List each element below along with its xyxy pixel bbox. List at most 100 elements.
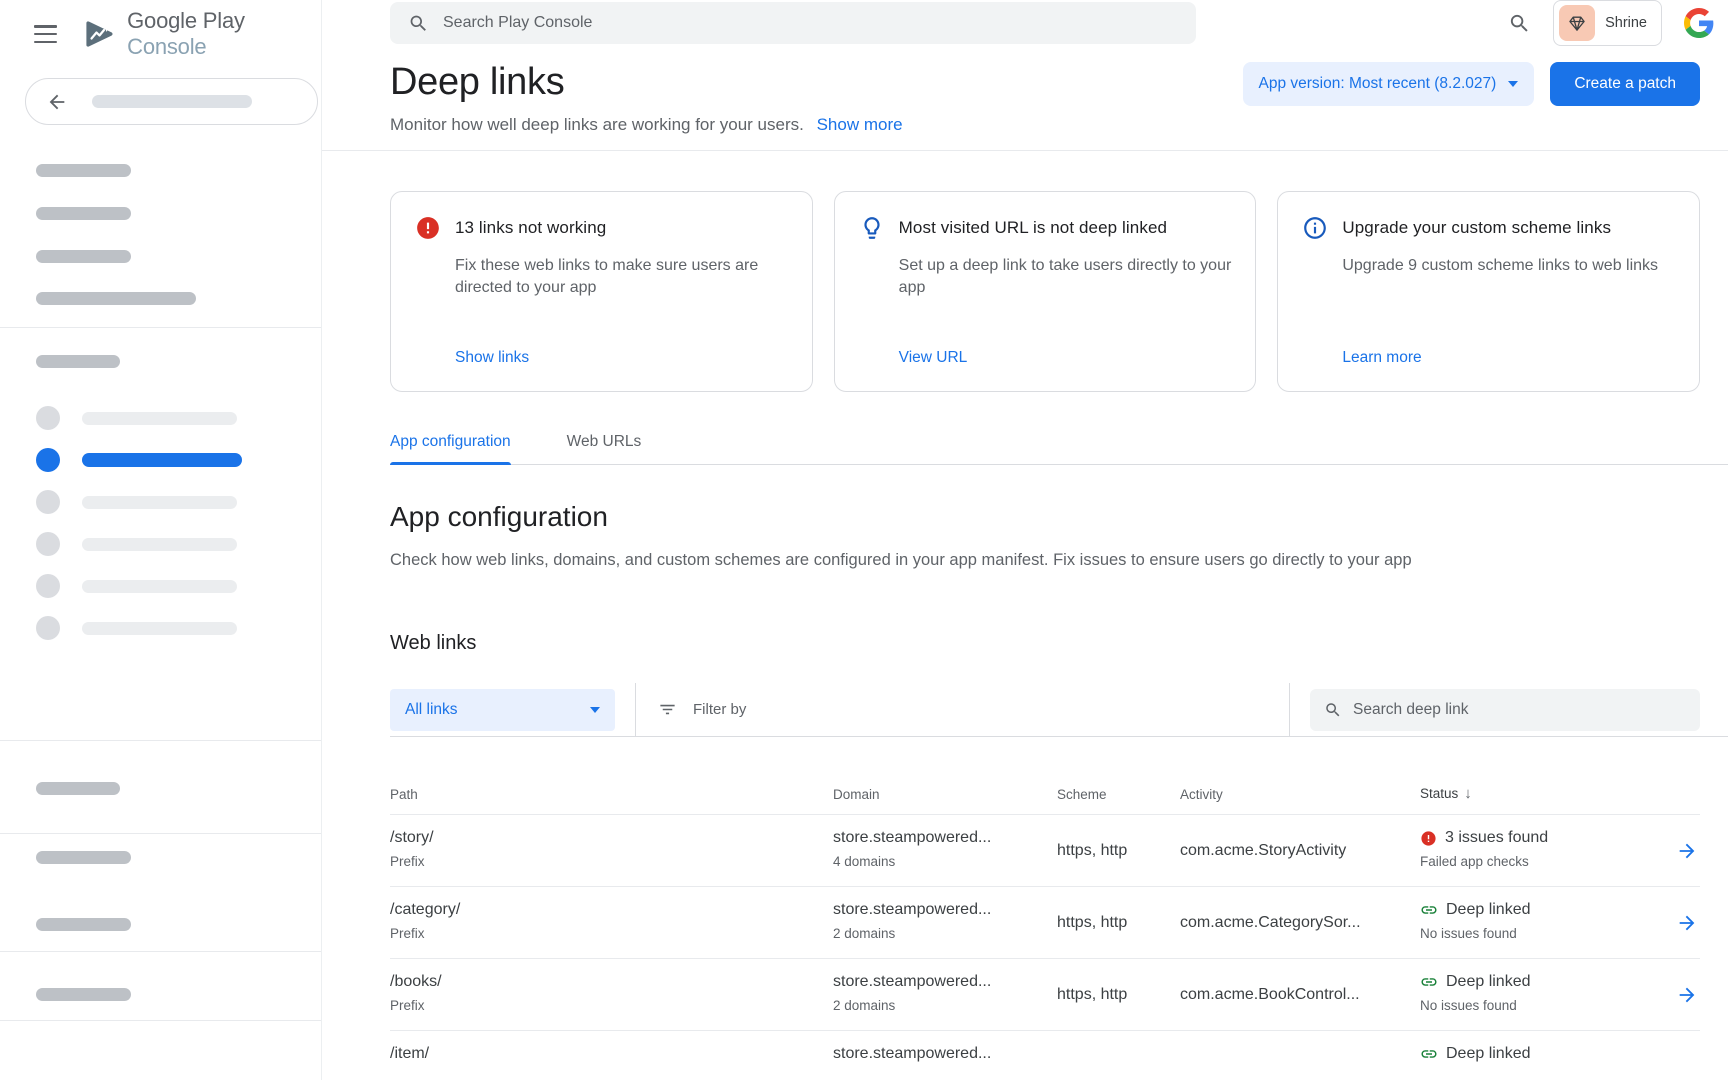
play-console-app: Google Play Console: [0, 0, 1728, 1080]
filter-icon: [658, 700, 677, 719]
skeleton-bar: [36, 292, 196, 305]
sidebar-nav-item[interactable]: [0, 490, 321, 514]
show-links-link[interactable]: Show links: [455, 349, 788, 367]
skeleton-bar: [82, 538, 237, 551]
subtitle-text: Monitor how well deep links are working …: [390, 115, 804, 134]
column-header-status-sort[interactable]: Status ↓: [1420, 785, 1670, 802]
card-title: 13 links not working: [455, 218, 606, 238]
domain-value: store.steampowered...: [833, 972, 1057, 992]
header-right: Shrine: [1508, 0, 1714, 46]
section-heading: App configuration: [390, 499, 1700, 535]
sidebar-nav-item[interactable]: [0, 574, 321, 598]
create-patch-button[interactable]: Create a patch: [1550, 62, 1700, 106]
link-icon: [1420, 1045, 1438, 1063]
path-value: /item/: [390, 1044, 833, 1064]
activity-value: com.acme.StoryActivity: [1180, 842, 1420, 860]
search-icon[interactable]: [1508, 12, 1531, 35]
back-arrow-icon: [46, 91, 68, 113]
status-detail: Failed app checks: [1420, 853, 1670, 871]
skeleton-bar: [82, 496, 237, 509]
section-description: Check how web links, domains, and custom…: [390, 549, 1700, 571]
nav-item-icon: [36, 490, 60, 514]
search-icon: [1324, 701, 1342, 719]
sidebar-nav-item[interactable]: [0, 406, 321, 430]
lightbulb-icon: [859, 215, 885, 241]
domain-value: store.steampowered...: [833, 1044, 1057, 1064]
scheme-value: https, http: [1057, 986, 1180, 1004]
path-type: Prefix: [390, 997, 833, 1015]
column-header-path: Path: [390, 787, 833, 802]
skeleton-bar: [36, 918, 131, 931]
domain-value: store.steampowered...: [833, 828, 1057, 848]
back-navigation[interactable]: [25, 78, 318, 125]
path-value: /category/: [390, 900, 833, 920]
sidebar-header: Google Play Console: [0, 0, 321, 68]
filter-bar: All links: [390, 683, 1728, 737]
nav-item-icon: [36, 448, 60, 472]
domain-count: 2 domains: [833, 925, 1057, 943]
app-version-dropdown[interactable]: App version: Most recent (8.2.027): [1243, 62, 1535, 106]
column-header-activity: Activity: [1180, 787, 1420, 802]
nav-item-icon: [36, 574, 60, 598]
filter-by-field[interactable]: [658, 700, 1289, 719]
main-area: Shrine Deep links App version: Most rece…: [322, 0, 1728, 1080]
table-row[interactable]: /story/ Prefix store.steampowered... 4 d…: [390, 815, 1700, 887]
domain-count: 2 domains: [833, 997, 1057, 1015]
row-detail-arrow[interactable]: [1676, 912, 1700, 934]
sidebar-nav-item[interactable]: [0, 616, 321, 640]
skeleton-bar: [82, 580, 237, 593]
sidebar-nav-item-selected[interactable]: [0, 448, 321, 472]
view-url-link[interactable]: View URL: [899, 349, 1232, 367]
deep-link-search-input[interactable]: [1353, 701, 1686, 719]
skeleton-section-label: [36, 355, 120, 368]
activity-value: com.acme.BookControl...: [1180, 986, 1420, 1004]
google-account-icon[interactable]: [1684, 8, 1714, 38]
search-input[interactable]: [443, 14, 1178, 32]
row-detail-arrow[interactable]: [1676, 840, 1700, 862]
table-row[interactable]: /books/ Prefix store.steampowered... 2 d…: [390, 959, 1700, 1031]
learn-more-link[interactable]: Learn more: [1342, 349, 1675, 367]
page-subtitle: Monitor how well deep links are working …: [390, 114, 1700, 136]
app-switcher-label: Shrine: [1605, 15, 1647, 31]
divider: [635, 683, 636, 736]
activity-value: com.acme.CategorySor...: [1180, 914, 1420, 932]
filter-by-input[interactable]: [693, 701, 1289, 718]
app-switcher[interactable]: Shrine: [1553, 0, 1662, 46]
show-more-link[interactable]: Show more: [817, 115, 903, 134]
row-detail-arrow[interactable]: [1676, 984, 1700, 1006]
info-icon: [1302, 215, 1328, 241]
links-filter-dropdown[interactable]: All links: [390, 689, 615, 731]
tab-app-configuration[interactable]: App configuration: [390, 433, 511, 464]
sidebar-divider: [0, 740, 321, 741]
link-icon: [1420, 973, 1438, 991]
chevron-down-icon: [590, 707, 600, 713]
sidebar-divider: [0, 833, 321, 834]
path-type: Prefix: [390, 925, 833, 943]
card-title: Upgrade your custom scheme links: [1342, 218, 1611, 238]
tab-web-urls[interactable]: Web URLs: [567, 433, 642, 464]
card-body: Fix these web links to make sure users a…: [455, 255, 788, 299]
error-icon: [415, 215, 441, 241]
links-filter-value: All links: [405, 701, 458, 719]
page-content: 13 links not working Fix these web links…: [322, 151, 1728, 1080]
sidebar-divider: [0, 951, 321, 952]
logo-text: Google Play Console: [127, 8, 321, 60]
domain-value: store.steampowered...: [833, 900, 1057, 920]
insight-cards: 13 links not working Fix these web links…: [390, 191, 1700, 392]
status-value: Deep linked: [1446, 972, 1531, 992]
status-value: Deep linked: [1446, 900, 1531, 920]
sidebar-nav-item[interactable]: [0, 532, 321, 556]
path-type: Prefix: [390, 853, 833, 871]
table-row[interactable]: /item/ store.steampowered... Deep linked: [390, 1031, 1700, 1080]
skeleton-bar: [36, 207, 131, 220]
sidebar-divider: [0, 1020, 321, 1021]
table-row[interactable]: /category/ Prefix store.steampowered... …: [390, 887, 1700, 959]
status-detail: No issues found: [1420, 997, 1670, 1015]
deep-link-search[interactable]: [1310, 689, 1700, 731]
nav-item-icon: [36, 616, 60, 640]
global-search[interactable]: [390, 2, 1196, 44]
divider: [1289, 683, 1290, 736]
menu-icon[interactable]: [34, 25, 57, 43]
tab-bar: App configuration Web URLs: [390, 433, 1728, 465]
search-icon: [408, 13, 429, 34]
